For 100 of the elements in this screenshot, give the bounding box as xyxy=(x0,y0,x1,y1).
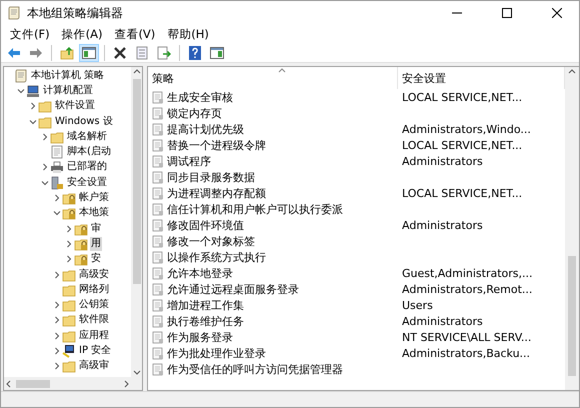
policy-name[interactable]: 生成安全审核 xyxy=(167,90,233,104)
tree-item[interactable]: 高级审 xyxy=(78,359,110,374)
chevron-down-icon[interactable] xyxy=(29,118,37,126)
chevron-right-icon[interactable] xyxy=(65,224,73,233)
toolbar-button[interactable] xyxy=(79,44,99,62)
chevron-right-icon[interactable] xyxy=(41,163,49,172)
policy-name[interactable]: 替换一个进程级令牌 xyxy=(167,138,266,152)
scrollbar[interactable] xyxy=(565,67,579,390)
policy-icon xyxy=(152,186,164,200)
tree-item[interactable]: 网络列 xyxy=(78,282,110,297)
chevron-right-icon[interactable] xyxy=(53,362,61,370)
policy-name[interactable]: 作为服务登录 xyxy=(167,330,233,344)
chevron-down-icon[interactable] xyxy=(41,178,49,187)
tree-item[interactable]: 安全设置 xyxy=(66,176,108,190)
folder-icon xyxy=(62,328,76,343)
chevron-right-icon[interactable] xyxy=(53,270,61,278)
chevron-right-icon[interactable] xyxy=(53,301,61,310)
security-setting: Administrators,Windo... xyxy=(401,122,532,136)
security-setting: NT SERVICE\ALL SERV... xyxy=(401,330,532,344)
scroll-thumb[interactable] xyxy=(132,79,140,284)
export-list-icon xyxy=(157,46,171,60)
chevron-right-icon[interactable] xyxy=(65,240,73,248)
tree-item[interactable]: 应用程 xyxy=(78,328,110,343)
horizontal-scrollbar[interactable] xyxy=(4,377,131,390)
policy-name[interactable]: 增加进程工作集 xyxy=(167,298,244,312)
policy-name[interactable]: 作为批处理作业登录 xyxy=(167,346,266,360)
policy-name[interactable]: 同步目录服务数据 xyxy=(167,170,255,184)
tree-item[interactable]: 安 xyxy=(90,252,102,266)
security-setting: Administrators xyxy=(401,154,484,168)
folder-icon xyxy=(38,114,52,129)
policy-name[interactable]: 执行卷维护任务 xyxy=(167,314,244,328)
policy-icon xyxy=(152,106,164,120)
security-setting: LOCAL SERVICE,NET... xyxy=(401,138,524,152)
menu-item[interactable]: 帮助(H) xyxy=(162,26,214,42)
menu-item[interactable]: 文件(F) xyxy=(5,26,55,42)
tree-item[interactable]: 本地计算机 策略 xyxy=(30,68,106,83)
scroll-thumb[interactable] xyxy=(16,380,50,388)
chevron-right-icon[interactable] xyxy=(29,102,37,110)
chevron-right-icon[interactable] xyxy=(53,316,61,324)
tree-item[interactable]: 用 xyxy=(90,236,102,251)
policy-name[interactable]: 调试程序 xyxy=(167,154,211,168)
chevron-right-icon[interactable] xyxy=(65,255,73,264)
tree-item[interactable]: 本地策 xyxy=(78,206,110,220)
computer-icon xyxy=(26,84,40,98)
tree-item[interactable]: IP 安全 xyxy=(78,344,112,358)
policy-icon xyxy=(152,234,164,248)
policy-icon xyxy=(152,346,164,360)
policy-icon xyxy=(152,266,164,280)
policy-icon xyxy=(152,362,164,376)
folder-icon xyxy=(62,298,76,312)
scrollbar[interactable] xyxy=(131,67,142,377)
chevron-right-icon[interactable] xyxy=(53,332,61,340)
chevron-right-icon[interactable] xyxy=(53,346,61,355)
policy-name[interactable]: 提高计划优先级 xyxy=(167,122,244,136)
tree-item[interactable]: 软件设置 xyxy=(54,99,96,114)
policy-name[interactable]: 修改固件环境值 xyxy=(167,218,244,232)
tree-item[interactable]: 软件限 xyxy=(78,313,110,328)
tree-item[interactable]: 域名解析 xyxy=(66,130,108,144)
tree-item[interactable]: 高级安 xyxy=(78,268,110,282)
menu-item[interactable]: 操作(A) xyxy=(56,26,108,42)
tree-item[interactable]: Windows 设 xyxy=(54,114,114,129)
tree-item[interactable]: 公钥策 xyxy=(78,298,110,312)
column-header[interactable]: 策略 xyxy=(148,67,398,89)
security-setting: LOCAL SERVICE,NET... xyxy=(401,90,524,104)
policy-name[interactable]: 修改一个对象标签 xyxy=(167,234,255,248)
tree-item[interactable]: 计算机配置 xyxy=(42,84,94,98)
policy-name[interactable]: 信任计算机和用户帐户可以执行委派 xyxy=(167,202,343,216)
policy-name[interactable]: 允许通过远程桌面服务登录 xyxy=(167,282,299,296)
policy-name[interactable]: 锁定内存页 xyxy=(167,106,222,120)
security-setting: Administrators xyxy=(401,218,484,232)
show-tree-icon xyxy=(82,46,96,58)
network-computer-icon xyxy=(62,344,76,358)
policy-icon xyxy=(152,202,164,216)
policy-icon xyxy=(152,138,164,152)
menu-item[interactable]: 查看(V) xyxy=(109,26,160,42)
folder-up-icon xyxy=(60,46,74,60)
close-icon xyxy=(552,8,562,18)
scroll-icon xyxy=(7,6,21,20)
policy-name[interactable]: 以操作系统方式执行 xyxy=(167,250,266,264)
policy-icon xyxy=(152,282,164,296)
scroll-thumb[interactable] xyxy=(568,256,576,376)
chevron-right-icon[interactable] xyxy=(41,132,49,141)
folder-icon xyxy=(62,313,76,328)
policy-icon xyxy=(152,170,164,184)
policy-name[interactable]: 为进程调整内存配额 xyxy=(167,186,266,200)
locked-folder-icon xyxy=(74,252,88,266)
policy-icon xyxy=(152,314,164,328)
tree-item[interactable]: 帐户策 xyxy=(78,191,110,206)
policy-name[interactable]: 允许本地登录 xyxy=(167,266,233,280)
locked-folder-icon xyxy=(74,236,88,251)
security-setting: Administrators xyxy=(401,314,484,328)
chevron-down-icon[interactable] xyxy=(53,209,61,218)
tree-item[interactable]: 已部署的 xyxy=(66,160,108,174)
security-setting: LOCAL SERVICE,NET... xyxy=(401,186,524,200)
chevron-down-icon[interactable] xyxy=(17,86,25,95)
tree-item[interactable]: 脚本(启动 xyxy=(66,145,112,160)
tree-item[interactable]: 审 xyxy=(90,222,102,236)
policy-name[interactable]: 作为受信任的呼叫方访问凭据管理器 xyxy=(167,362,343,376)
policy-icon xyxy=(152,154,164,168)
chevron-right-icon[interactable] xyxy=(53,194,61,202)
